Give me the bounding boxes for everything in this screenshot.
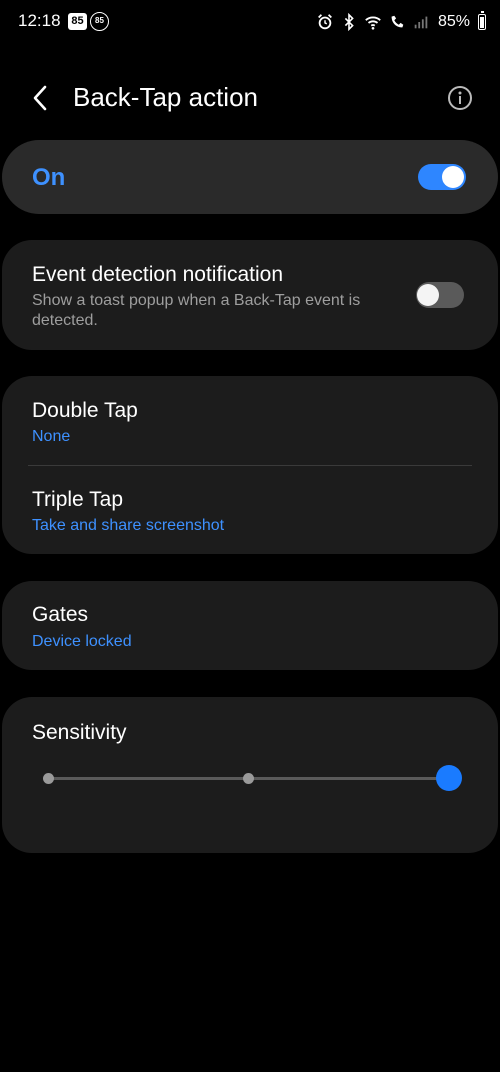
slider-thumb[interactable]: [436, 765, 462, 791]
taps-card: Double Tap None Triple Tap Take and shar…: [2, 376, 498, 554]
wifi-calling-icon: [391, 15, 404, 28]
status-time: 12:18: [18, 11, 61, 30]
status-icons: 85%: [316, 10, 486, 34]
toggle-knob: [417, 284, 439, 306]
chevron-left-icon: [33, 85, 47, 111]
battery-icon: [478, 11, 486, 30]
wifi-icon: [365, 16, 381, 30]
toggle-knob: [442, 166, 464, 188]
app-bar: Back-Tap action: [0, 60, 500, 136]
back-button[interactable]: [22, 80, 58, 116]
sensitivity-title: Sensitivity: [32, 721, 127, 744]
status-bar: 12:18 85 85 85%: [0, 0, 500, 44]
sensitivity-card: Sensitivity: [2, 697, 498, 853]
sensitivity-slider[interactable]: [42, 765, 462, 791]
double-tap-value: None: [32, 428, 71, 445]
info-button[interactable]: [446, 84, 474, 112]
master-switch-label: On: [32, 164, 66, 191]
notification-circle-icon: 85: [90, 12, 109, 31]
page-title: Back-Tap action: [73, 82, 258, 112]
gates-value: Device locked: [32, 633, 132, 650]
slider-step-2[interactable]: [243, 773, 254, 784]
event-detection-subtitle: Show a toast popup when a Back-Tap event…: [32, 292, 361, 329]
notification-badge-icon: 85: [68, 13, 87, 30]
double-tap-title: Double Tap: [32, 399, 138, 422]
bluetooth-icon: [344, 13, 354, 31]
triple-tap-row[interactable]: Triple Tap Take and share screenshot: [2, 466, 498, 554]
event-detection-row[interactable]: Event detection notification Show a toas…: [2, 240, 498, 350]
battery-percent: 85%: [437, 13, 470, 30]
alarm-icon: [318, 14, 332, 30]
event-detection-title: Event detection notification: [32, 263, 283, 286]
triple-tap-title: Triple Tap: [32, 488, 124, 511]
event-detection-toggle[interactable]: [416, 282, 464, 308]
gates-title: Gates: [32, 603, 89, 626]
slider-step-1[interactable]: [42, 773, 54, 784]
double-tap-row[interactable]: Double Tap None: [2, 376, 498, 465]
info-icon: [448, 86, 472, 110]
master-toggle[interactable]: [418, 164, 466, 190]
gates-row[interactable]: Gates Device locked: [2, 581, 498, 670]
triple-tap-value: Take and share screenshot: [32, 517, 225, 534]
signal-icon: [414, 16, 428, 29]
master-switch-card[interactable]: On: [2, 140, 498, 214]
